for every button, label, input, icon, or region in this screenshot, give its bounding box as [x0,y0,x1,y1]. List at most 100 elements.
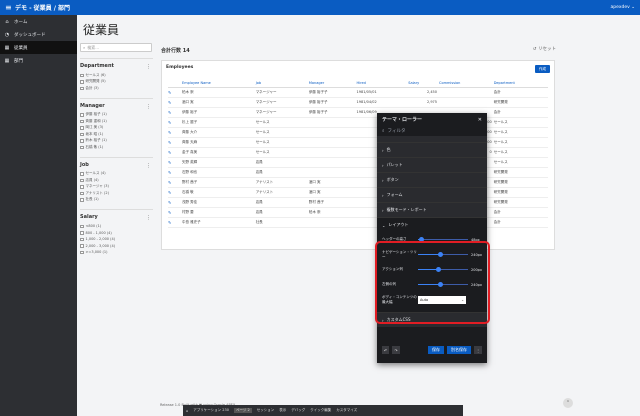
facet-option[interactable]: 石橋 敬 (1) [80,144,153,151]
facet-option-label: 社長 (1) [85,197,99,202]
close-icon[interactable]: ✕ [478,117,482,123]
devbar-item[interactable]: クイック編集 [310,408,331,413]
edit-icon[interactable]: ✎ [168,127,182,138]
more-options-icon[interactable]: ⋮ [146,104,151,110]
column-header[interactable]: Hired [356,79,409,88]
checkbox[interactable] [80,113,84,117]
more-options-icon[interactable]: ⋮ [146,64,151,70]
more-options-icon[interactable]: ⋮ [146,215,151,221]
checkbox[interactable] [80,119,84,123]
devbar-item[interactable]: 表示 [279,408,286,413]
edit-icon[interactable]: ✎ [168,217,182,228]
edit-icon[interactable]: ✎ [168,97,182,108]
checkbox[interactable] [80,244,84,248]
edit-icon[interactable]: ✎ [168,197,182,208]
sidebar-item-dashboard[interactable]: ◔ ダッシュボード [0,28,77,41]
section-layout[interactable]: ⌄ レイアウト [377,217,487,232]
save-button[interactable]: 保存 [428,346,444,354]
save-as-button[interactable]: 別名保存 [447,346,471,354]
edit-icon[interactable]: ✎ [168,147,182,158]
column-header[interactable]: Salary [408,79,440,88]
devbar-item[interactable]: カスタマイズ [336,408,357,413]
hamburger-icon[interactable]: ≡ [5,3,15,12]
more-options-icon[interactable]: ⋮ [146,163,151,169]
theme-roller-section[interactable]: › フォーム [377,187,487,202]
edit-icon[interactable]: ✎ [168,177,182,188]
redo-icon: ↷ [394,347,398,353]
facet-option-label: 伊藤 裕子 (1) [85,112,107,117]
sidebar-item-home[interactable]: ⌂ ホーム [0,15,77,28]
edit-icon[interactable]: ✎ [168,167,182,178]
chevron-down-icon: ⌄ [382,222,386,228]
table-cell: 店員 [255,207,309,218]
theme-roller-filter[interactable]: ⌕ フィルタ [377,126,487,136]
table-row: ✎ 矢野 英輝 店員 セールス [168,157,548,168]
sidebar-item-departments[interactable]: ▦ 部門 [0,54,77,67]
undo-button[interactable]: ↶ [382,346,390,354]
table-cell: 杉上 麗子 [182,117,256,128]
checkbox[interactable] [80,86,84,90]
facet-option[interactable]: 社長 (1) [80,197,153,204]
theme-roller[interactable]: テーマ・ローラー ✕ ⌕ フィルタ › 色 › パレット › ボタン › フォーム › 複数モード… [377,113,487,363]
checkbox[interactable] [80,231,84,235]
checkbox[interactable] [80,73,84,77]
theme-roller-section[interactable]: › 色 [377,142,487,157]
column-header[interactable]: Manager [308,79,357,88]
edit-icon[interactable]: ✎ [168,117,182,128]
chevron-right-icon: › [382,177,384,183]
theme-roller-section[interactable]: › ボタン [377,172,487,187]
devbar-item[interactable]: ページ 2 [233,408,252,413]
table-row: ✎ 野村 茜子 アナリスト 酒口 実 研究開発 [168,177,548,188]
table-cell: 研究開発 [493,187,548,198]
edit-icon[interactable]: ✎ [168,137,182,148]
facet-option-label: 1,000 - 2,000 (4) [85,237,116,242]
developer-toolbar: ⌂ アプリケーション 230 ページ 2 セッション 表示 デバッグ クイック編集 カスタマイ… [183,405,463,416]
checkbox[interactable] [80,132,84,136]
facet-option[interactable]: 会計 (3) [80,85,153,92]
devbar-item[interactable]: アプリケーション 230 [193,408,229,413]
checkbox[interactable] [80,145,84,149]
checkbox[interactable] [80,172,84,176]
column-header[interactable]: Job [255,79,309,88]
table-cell: 斉藤 大介 [182,127,256,138]
column-header[interactable]: Commission [439,79,494,88]
edit-icon[interactable]: ✎ [168,207,182,218]
checkbox[interactable] [80,224,84,228]
checkbox[interactable] [80,250,84,254]
checkbox[interactable] [80,126,84,130]
facet-title: Job [80,161,89,168]
checkbox[interactable] [80,198,84,202]
more-options-button[interactable]: ⋮ [474,346,482,354]
edit-icon[interactable]: ✎ [168,87,182,98]
user-menu[interactable]: apexdev ⌄ [611,5,635,10]
edit-icon[interactable]: ✎ [168,107,182,118]
checkbox[interactable] [80,191,84,195]
checkbox[interactable] [80,237,84,241]
table-cell [308,157,357,168]
column-header[interactable]: Employee Name [182,79,256,88]
create-button[interactable]: 作成 [535,65,550,73]
app-title[interactable]: デモ - 従業員 / 部門 [15,3,70,12]
reset-button[interactable]: ↺ リセット [533,46,556,52]
facet-option[interactable]: >=3,000 (1) [80,249,153,256]
edit-icon[interactable]: ✎ [168,187,182,198]
devbar-item[interactable]: セッション [257,408,275,413]
theme-roller-section[interactable]: › 複数モード・レポート [377,202,487,217]
devbar-item[interactable]: ⌂ [186,409,188,413]
theme-roller-section[interactable]: › パレット [377,157,487,172]
table-cell [308,217,357,228]
devbar-item[interactable]: デバッグ [291,408,305,413]
table-cell: セールス [255,117,309,128]
column-header[interactable]: Department [493,79,548,88]
checkbox[interactable] [80,139,84,143]
theme-roller-header[interactable]: テーマ・ローラー ✕ [377,113,487,126]
scroll-to-top-button[interactable]: ⌃ [563,398,573,408]
checkbox[interactable] [80,80,84,84]
search-input[interactable]: ⌕ 検索... [80,43,152,52]
sidebar-item-employees[interactable]: ▦ 従業員 [0,41,77,54]
redo-button[interactable]: ↷ [392,346,400,354]
checkbox[interactable] [80,185,84,189]
checkbox[interactable] [80,178,84,182]
edit-icon[interactable]: ✎ [168,157,182,168]
table-cell: 柏木 崇 [182,87,256,98]
